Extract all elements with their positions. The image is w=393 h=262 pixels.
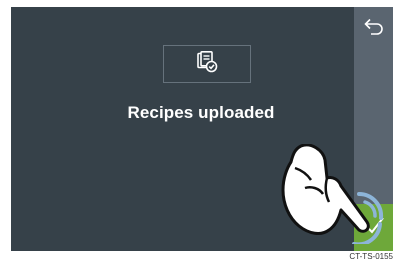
figure-code: CT-TS-0155 — [349, 252, 393, 261]
back-arrow-icon — [363, 18, 385, 41]
back-button[interactable] — [358, 13, 390, 45]
recipe-upload-icon — [196, 50, 218, 78]
message-icon-box — [163, 45, 251, 83]
device-frame: Recipes uploaded CT-TS-0155 — [0, 0, 393, 262]
message-screen: Recipes uploaded — [11, 7, 393, 251]
status-message: Recipes uploaded — [127, 103, 275, 122]
pointing-hand-icon — [281, 143, 391, 247]
